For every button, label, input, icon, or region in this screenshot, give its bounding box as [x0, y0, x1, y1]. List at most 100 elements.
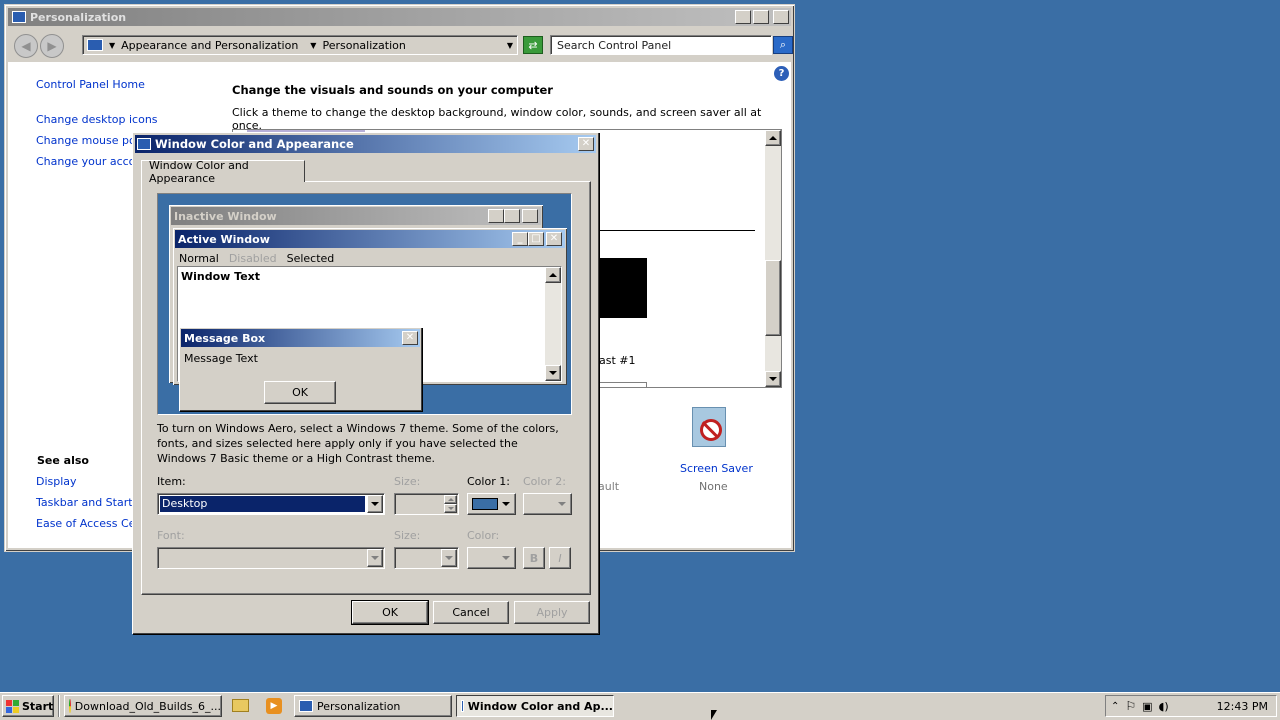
taskbar-item-label: Personalization — [317, 699, 401, 713]
network-icon[interactable]: ▣ — [1142, 700, 1152, 713]
control-panel-home-link[interactable]: Control Panel Home — [36, 78, 145, 91]
theme-label[interactable]: ast #1 — [599, 354, 636, 367]
scroll-up-button[interactable] — [545, 267, 561, 283]
navigation-bar: ◀ ▶ ▼ Appearance and Personalization ▼ P… — [8, 28, 793, 62]
minimize-button[interactable]: _ — [735, 10, 751, 24]
scroll-down-button[interactable] — [545, 365, 561, 381]
chrome-icon — [69, 699, 71, 713]
chevron-down-icon — [441, 549, 457, 567]
clock[interactable]: 12:43 PM — [1217, 700, 1268, 713]
size-label: Size: — [394, 475, 421, 488]
taskbar-item-download[interactable]: Download_Old_Builds_6_... — [64, 695, 222, 717]
action-center-flag-icon[interactable]: ⚐ — [1125, 699, 1136, 713]
color1-picker[interactable] — [467, 493, 516, 515]
screen-saver-link[interactable]: Screen Saver — [680, 462, 753, 475]
forward-button[interactable]: ▶ — [40, 34, 64, 58]
chevron-down-icon[interactable] — [367, 495, 383, 513]
search-input[interactable]: Search Control Panel — [550, 35, 772, 55]
preview-message-box[interactable]: Message Box ✕ Message Text OK — [179, 327, 422, 411]
search-placeholder: Search Control Panel — [557, 38, 672, 52]
maximize-button[interactable]: □ — [753, 10, 769, 24]
scroll-down-button[interactable] — [765, 371, 781, 387]
close-button: ✕ — [402, 331, 418, 345]
breadcrumb-appearance[interactable]: Appearance and Personalization — [121, 39, 298, 52]
control-panel-icon — [461, 700, 464, 712]
chevron-down-icon — [558, 502, 566, 506]
screen-saver-value: None — [699, 480, 728, 493]
scroll-thumb[interactable] — [765, 260, 781, 336]
color2-picker — [523, 493, 572, 515]
personalization-titlebar[interactable]: Personalization _ □ ✕ — [8, 8, 791, 26]
italic-button: I — [549, 547, 571, 569]
chevron-down-icon — [367, 549, 383, 567]
start-button[interactable]: Start — [2, 695, 54, 717]
size-stepper — [394, 493, 459, 515]
change-desktop-icons-link[interactable]: Change desktop icons — [36, 113, 158, 126]
close-button[interactable]: ✕ — [578, 137, 594, 151]
preview-inactive-titlebar: Inactive Window _ □ ✕ — [171, 207, 541, 225]
theme-scrollbar[interactable] — [765, 130, 781, 387]
close-button: ✕ — [546, 232, 562, 246]
ok-button[interactable]: OK — [352, 601, 428, 624]
preview-msgbox-ok-button[interactable]: OK — [264, 381, 336, 404]
tab-window-color[interactable]: Window Color and Appearance — [141, 159, 305, 185]
control-panel-icon — [87, 39, 103, 51]
media-player-icon[interactable]: ▶ — [266, 698, 282, 714]
maximize-button: □ — [504, 209, 520, 223]
taskbar-start-menu-link[interactable]: Taskbar and Start M — [36, 496, 146, 509]
item-label: Item: — [157, 475, 186, 488]
scroll-up-button[interactable] — [765, 130, 781, 146]
help-icon[interactable]: ? — [774, 66, 789, 81]
preview-msgbox-ok-label: OK — [292, 386, 308, 399]
system-tray: ⌃ ⚐ ▣ ◖) 12:43 PM — [1105, 695, 1277, 717]
search-icon[interactable]: ⌕ — [773, 36, 793, 54]
personalization-title: Personalization — [30, 10, 127, 24]
bold-button: B — [523, 547, 545, 569]
ease-of-access-link[interactable]: Ease of Access Cent — [36, 517, 147, 530]
back-button[interactable]: ◀ — [14, 34, 38, 58]
appearance-preview[interactable]: Inactive Window _ □ ✕ Active Window _ □ … — [157, 193, 572, 415]
theme-selection-border — [593, 382, 647, 388]
ok-label: OK — [382, 606, 398, 619]
minimize-button: _ — [512, 232, 528, 246]
control-panel-icon — [299, 700, 313, 712]
close-button[interactable]: ✕ — [773, 10, 789, 24]
address-bar[interactable]: ▼ Appearance and Personalization ▼ Perso… — [82, 35, 518, 55]
windows-logo-icon — [6, 699, 19, 713]
stepper-up-icon — [444, 495, 457, 504]
taskbar-item-personalization[interactable]: Personalization — [294, 695, 452, 717]
menu-normal[interactable]: Normal — [179, 252, 219, 265]
taskbar-divider — [58, 695, 60, 717]
chevron-down-icon[interactable]: ▼ — [310, 41, 316, 50]
font-size-label: Size: — [394, 529, 421, 542]
chevron-down-icon[interactable]: ▼ — [109, 41, 115, 50]
display-link[interactable]: Display — [36, 475, 77, 488]
mouse-cursor — [711, 710, 717, 720]
chevron-down-icon — [502, 502, 510, 506]
refresh-button[interactable]: ⇄ — [523, 36, 543, 54]
preview-window-text: Window Text — [181, 270, 261, 283]
screen-saver-icon[interactable] — [690, 407, 732, 451]
preview-scrollbar[interactable] — [545, 267, 561, 381]
preview-msgbox-title: Message Box — [184, 331, 266, 345]
taskbar-item-window-color[interactable]: Window Color and Ap... — [456, 695, 614, 717]
dialog-title: Window Color and Appearance — [155, 137, 354, 151]
close-button: ✕ — [522, 209, 538, 223]
folder-icon[interactable] — [232, 699, 249, 712]
item-select[interactable]: Desktop — [157, 493, 385, 515]
start-label: Start — [22, 699, 54, 713]
address-dropdown-icon[interactable]: ▼ — [507, 41, 513, 50]
theme-high-contrast-thumbnail[interactable] — [599, 258, 647, 318]
aero-info-text: To turn on Windows Aero, select a Window… — [157, 422, 559, 465]
menu-selected[interactable]: Selected — [287, 252, 335, 265]
minimize-button: _ — [488, 209, 504, 223]
dialog-titlebar[interactable]: Window Color and Appearance ✕ — [135, 135, 596, 153]
preview-active-title: Active Window — [178, 232, 270, 246]
preview-msgbox-text: Message Text — [184, 352, 258, 365]
change-account-picture-link[interactable]: Change your accou — [36, 155, 142, 168]
show-hidden-icons-icon[interactable]: ⌃ — [1111, 701, 1119, 712]
breadcrumb-personalization[interactable]: Personalization — [322, 39, 405, 52]
volume-icon[interactable]: ◖) — [1159, 700, 1169, 713]
cancel-button[interactable]: Cancel — [433, 601, 509, 624]
item-value-text: Desktop — [162, 497, 208, 510]
